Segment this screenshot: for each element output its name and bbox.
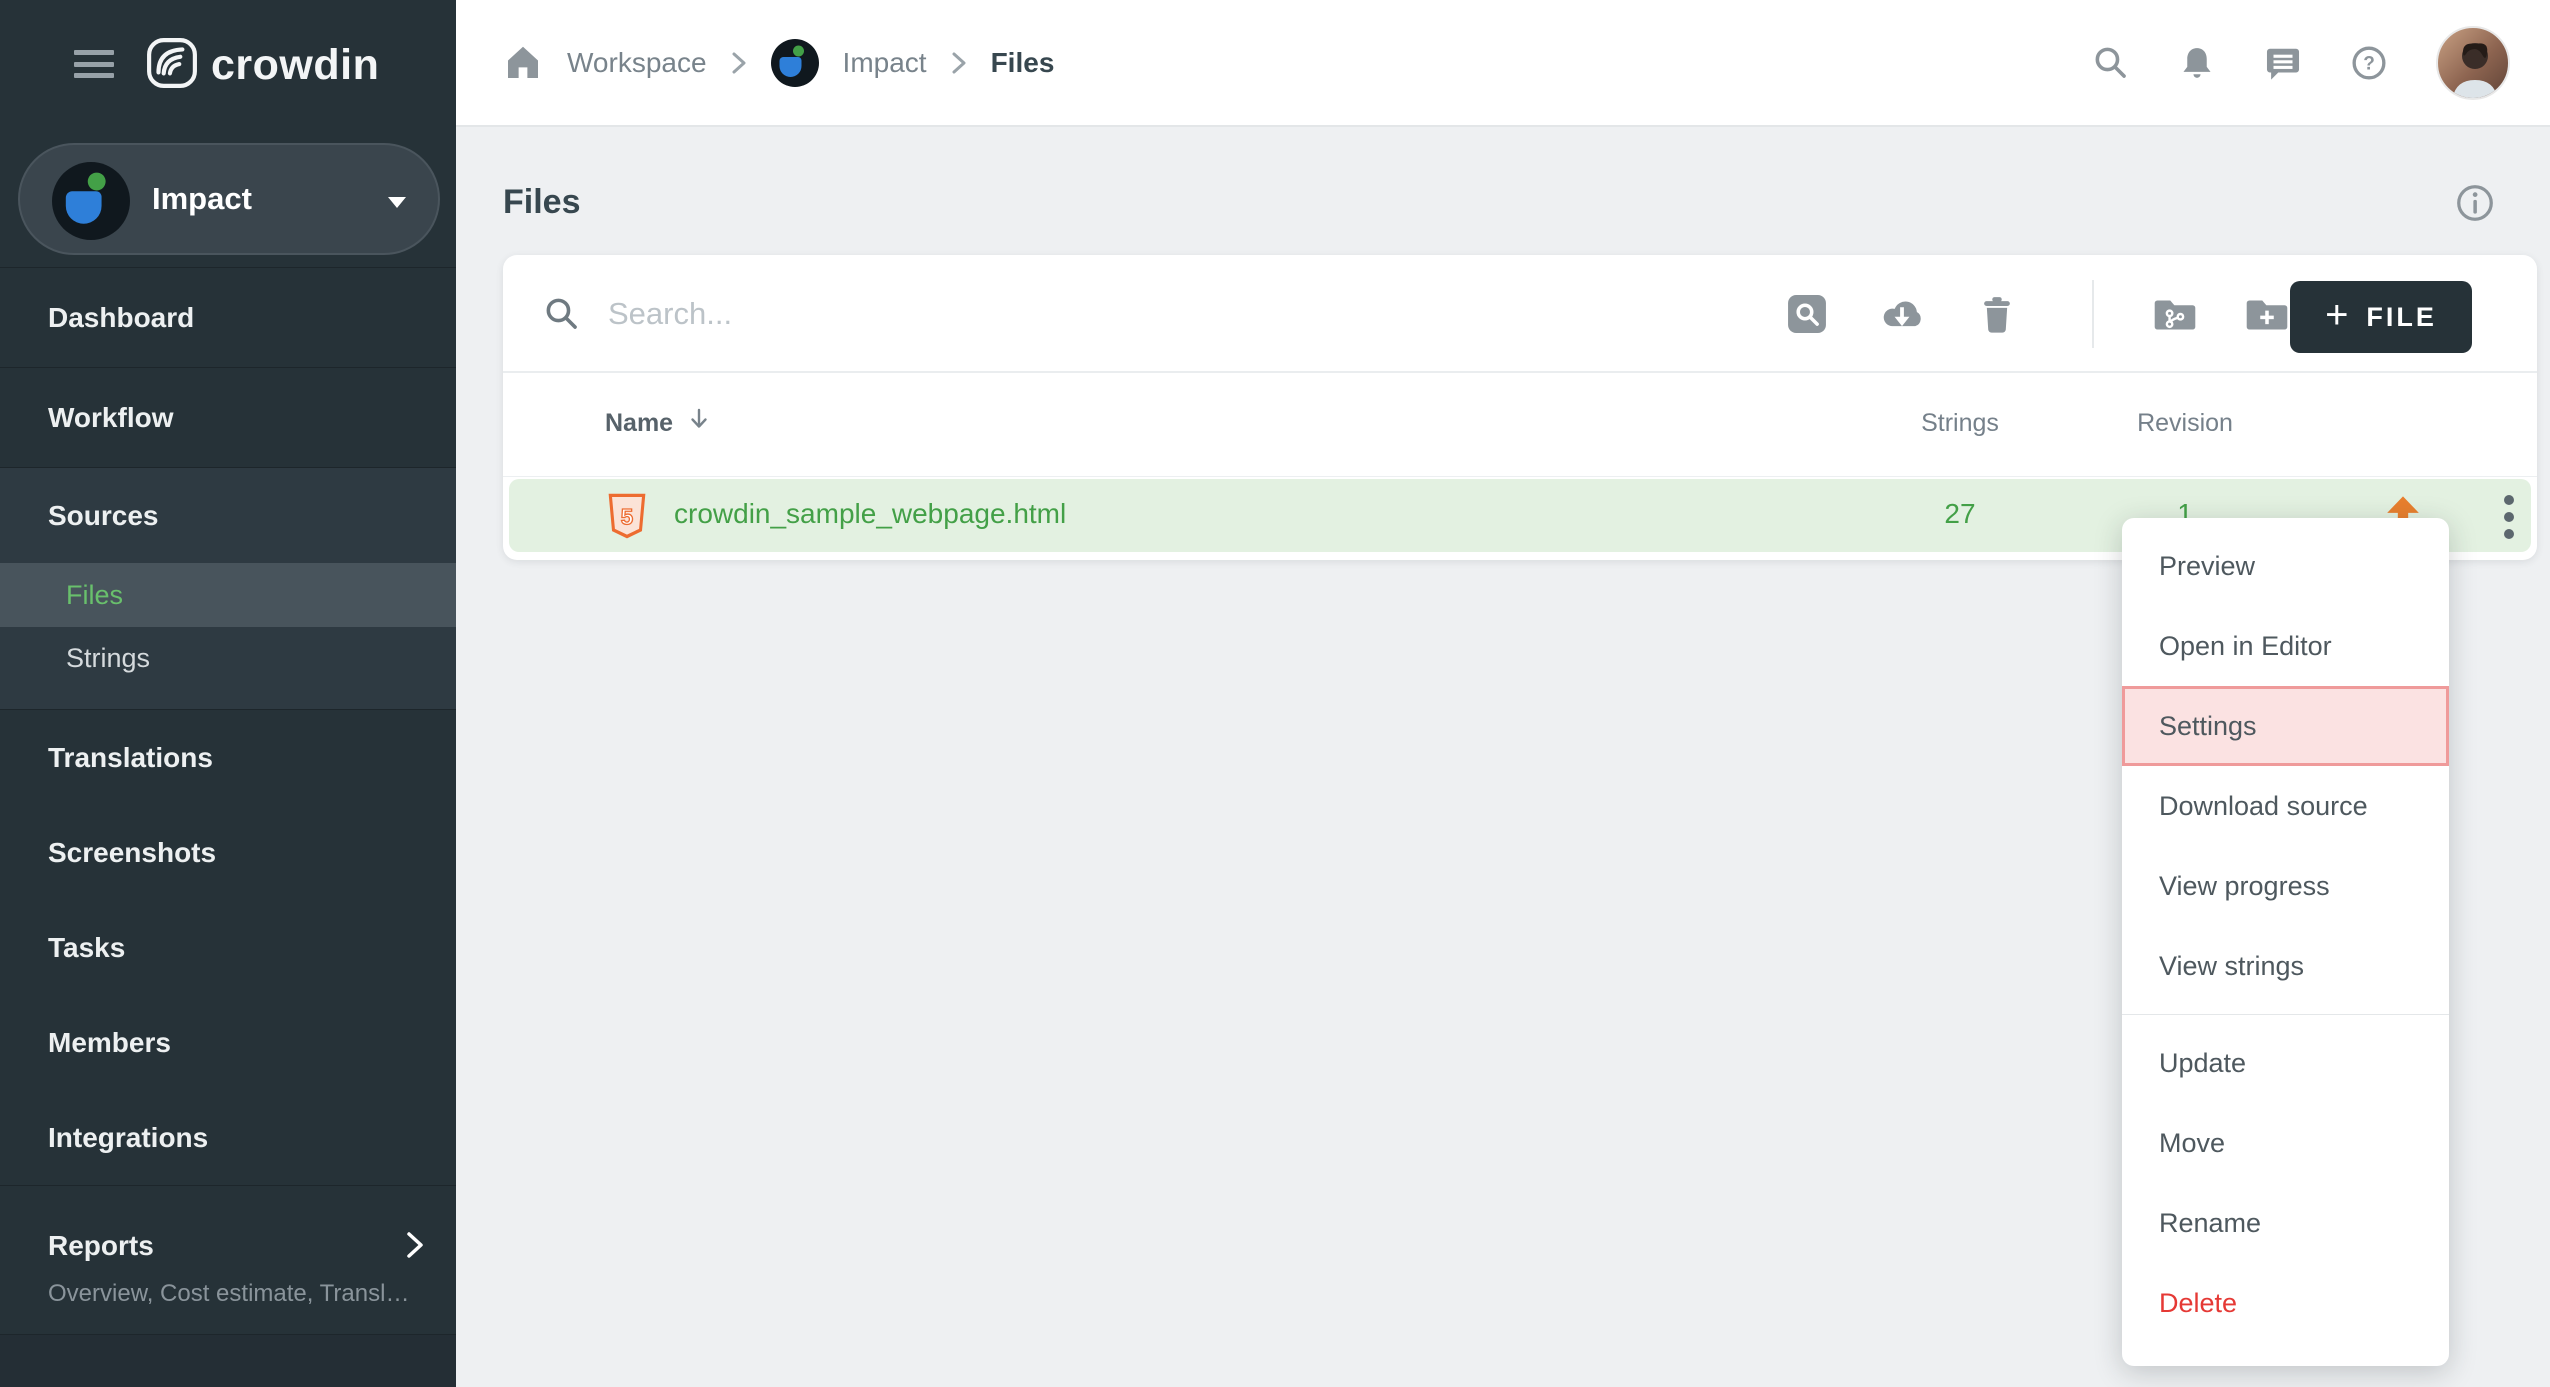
page-title: Files — [503, 183, 580, 222]
menu-item-move[interactable]: Move — [2122, 1103, 2449, 1183]
help-icon[interactable]: ? — [2350, 44, 2388, 82]
menu-item-view-strings[interactable]: View strings — [2122, 926, 2449, 1006]
project-selector[interactable]: Impact — [18, 143, 440, 255]
menu-item-view-progress[interactable]: View progress — [2122, 846, 2449, 926]
sidebar-header: crowdin — [0, 0, 456, 127]
sidebar-item-reports[interactable]: Reports Overview, Cost estimate, Transl… — [0, 1186, 456, 1335]
project-selector-label: Impact — [152, 181, 252, 217]
menu-item-preview[interactable]: Preview — [2122, 526, 2449, 606]
column-header-name[interactable]: Name — [605, 409, 673, 438]
project-icon — [771, 39, 819, 87]
menu-item-download-source[interactable]: Download source — [2122, 766, 2449, 846]
menu-item-rename[interactable]: Rename — [2122, 1183, 2449, 1263]
files-panel: + FILE Name Strings Revision — [503, 255, 2537, 560]
chevron-right-icon — [404, 1230, 426, 1265]
hamburger-menu-icon[interactable] — [74, 50, 114, 78]
sidebar-nav: Dashboard Workflow Sources Files Strings… — [0, 268, 456, 1387]
divider — [2092, 280, 2094, 348]
breadcrumb-current-page: Files — [991, 47, 1055, 79]
crowdin-app: crowdin Impact Dashboard Workflow Source… — [0, 0, 2550, 1387]
reports-label: Reports — [48, 1230, 154, 1262]
page-head: Files — [503, 183, 2537, 227]
sidebar: crowdin Impact Dashboard Workflow Source… — [0, 0, 456, 1387]
sidebar-item-screenshots[interactable]: Screenshots — [0, 805, 456, 900]
sidebar-section-sources: Sources Files Strings — [0, 468, 456, 710]
svg-text:5: 5 — [621, 505, 633, 530]
chevron-right-icon — [951, 51, 967, 75]
file-name[interactable]: crowdin_sample_webpage.html — [674, 498, 1066, 530]
user-avatar[interactable] — [2436, 26, 2510, 100]
svg-text:?: ? — [2363, 53, 2375, 74]
sidebar-footer — [0, 1335, 456, 1387]
file-strings-count: 27 — [1870, 498, 2050, 530]
breadcrumb: Workspace Impact Files — [503, 0, 1054, 125]
search-icon[interactable] — [2092, 44, 2130, 82]
divider — [2122, 1014, 2449, 1015]
branch-folder-icon[interactable] — [2152, 291, 2198, 337]
sidebar-item-members[interactable]: Members — [0, 995, 456, 1090]
menu-item-open-in-editor[interactable]: Open in Editor — [2122, 606, 2449, 686]
home-icon[interactable] — [503, 43, 543, 83]
menu-item-delete[interactable]: Delete — [2122, 1263, 2449, 1343]
topbar: Workspace Impact Files — [456, 0, 2550, 127]
sidebar-item-files[interactable]: Files — [0, 563, 456, 627]
topbar-actions: ? — [2092, 0, 2510, 125]
download-cloud-icon[interactable] — [1879, 291, 1925, 337]
messages-icon[interactable] — [2264, 44, 2302, 82]
menu-item-update[interactable]: Update — [2122, 1023, 2449, 1103]
kebab-menu-icon[interactable] — [2502, 493, 2516, 541]
files-search-input[interactable] — [608, 285, 1508, 343]
table-header: Name Strings Revision — [503, 373, 2537, 477]
file-context-menu: Preview Open in Editor Settings Download… — [2122, 518, 2449, 1366]
crowdin-wordmark: crowdin — [211, 41, 379, 90]
plus-icon: + — [2325, 295, 2348, 335]
breadcrumb-workspace[interactable]: Workspace — [567, 47, 707, 79]
menu-item-settings[interactable]: Settings — [2122, 686, 2449, 766]
sidebar-item-integrations[interactable]: Integrations — [0, 1090, 456, 1185]
project-avatar-icon — [52, 162, 130, 240]
search-icon — [543, 295, 581, 333]
add-file-button[interactable]: + FILE — [2290, 281, 2472, 353]
html5-file-icon: 5 — [606, 492, 648, 540]
sidebar-item-dashboard[interactable]: Dashboard — [0, 268, 456, 368]
sidebar-item-translations[interactable]: Translations — [0, 710, 456, 805]
sidebar-item-tasks[interactable]: Tasks — [0, 900, 456, 995]
breadcrumb-project[interactable]: Impact — [843, 47, 927, 79]
sidebar-item-sources[interactable]: Sources — [0, 468, 456, 563]
trash-icon[interactable] — [1974, 291, 2020, 337]
crowdin-logo-icon — [146, 37, 198, 94]
caret-down-icon — [388, 195, 406, 213]
sidebar-nav-group: Translations Screenshots Tasks Members I… — [0, 710, 456, 1186]
notifications-bell-icon[interactable] — [2178, 44, 2216, 82]
reports-subtitle: Overview, Cost estimate, Transl… — [48, 1280, 456, 1310]
sort-descending-icon[interactable] — [683, 403, 715, 435]
info-icon[interactable] — [2455, 183, 2495, 223]
files-toolbar: + FILE — [503, 255, 2537, 373]
column-header-strings[interactable]: Strings — [1870, 409, 2050, 438]
sidebar-item-workflow[interactable]: Workflow — [0, 368, 456, 468]
crowdin-logo[interactable]: crowdin — [146, 37, 379, 94]
new-folder-icon[interactable] — [2244, 291, 2290, 337]
chevron-right-icon — [731, 51, 747, 75]
sidebar-item-strings[interactable]: Strings — [0, 627, 456, 689]
preview-file-search-icon[interactable] — [1784, 291, 1830, 337]
column-header-revision[interactable]: Revision — [2095, 409, 2275, 438]
